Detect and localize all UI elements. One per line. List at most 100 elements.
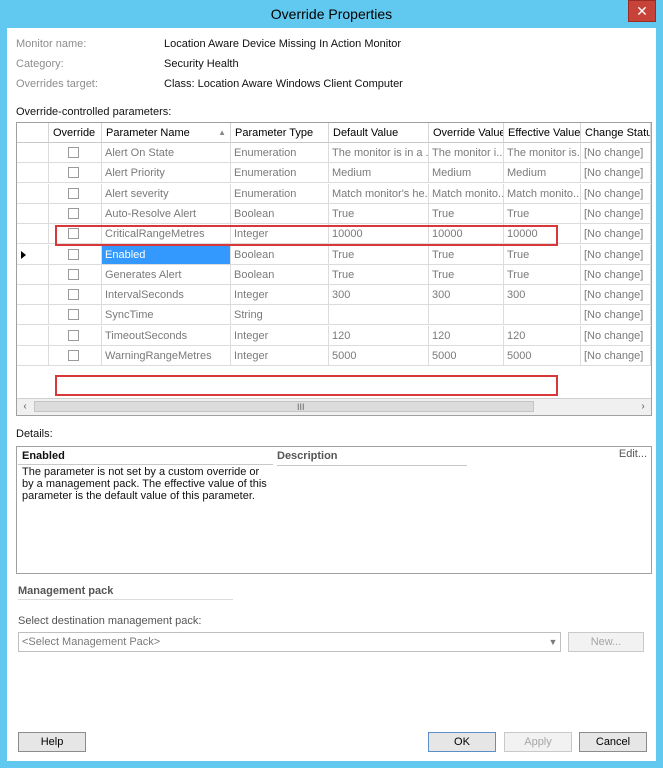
row-selector[interactable] bbox=[17, 346, 49, 366]
table-row[interactable]: Enabled Boolean True True True [No change] bbox=[17, 244, 651, 265]
parameter-row-type[interactable]: Enumeration bbox=[231, 163, 329, 184]
parameter-row-override[interactable] bbox=[429, 305, 504, 326]
parameter-row-status[interactable]: [No change] bbox=[581, 285, 651, 306]
parameter-row-default[interactable]: 5000 bbox=[329, 346, 429, 366]
close-button[interactable]: ✕ bbox=[628, 0, 656, 22]
parameter-row-default[interactable]: 300 bbox=[329, 285, 429, 306]
parameter-row-default[interactable]: 10000 bbox=[329, 224, 429, 245]
override-checkbox[interactable] bbox=[68, 268, 79, 280]
scrollbar-thumb[interactable]: III bbox=[34, 401, 534, 412]
parameter-row-status[interactable]: [No change] bbox=[581, 264, 651, 285]
row-selector[interactable] bbox=[17, 244, 49, 265]
table-row[interactable]: Generates Alert Boolean True True True [No ch… bbox=[17, 264, 651, 285]
parameter-row-type[interactable]: Integer bbox=[231, 346, 329, 366]
parameter-row-override[interactable]: 300 bbox=[429, 285, 504, 306]
destination-mp-select[interactable]: <Select Management Pack> ▼ bbox=[18, 632, 561, 652]
parameter-row-type[interactable]: Integer bbox=[231, 285, 329, 306]
parameter-row-name[interactable]: Alert On State bbox=[102, 143, 231, 163]
parameter-row-status[interactable]: [No change] bbox=[581, 203, 651, 224]
parameter-row-name[interactable]: IntervalSeconds bbox=[102, 285, 231, 306]
parameter-row-effective[interactable]: 10000 bbox=[504, 224, 581, 245]
parameter-row-effective[interactable]: 300 bbox=[504, 285, 581, 306]
parameter-row-default[interactable]: Match monitor's he... bbox=[329, 183, 429, 204]
table-row[interactable]: CriticalRangeMetres Integer 10000 10000 1000… bbox=[17, 224, 651, 245]
parameter-row-name[interactable]: Alert Priority bbox=[102, 163, 231, 184]
parameter-row-override[interactable]: 5000 bbox=[429, 346, 504, 366]
ok-button[interactable]: OK bbox=[428, 732, 496, 752]
parameter-row-default[interactable]: 120 bbox=[329, 325, 429, 346]
parameter-row-status[interactable]: [No change] bbox=[581, 244, 651, 265]
cancel-button[interactable]: Cancel bbox=[579, 732, 647, 752]
override-checkbox[interactable] bbox=[68, 309, 79, 321]
parameter-row-override[interactable]: 10000 bbox=[429, 224, 504, 245]
parameter-row-type[interactable]: Boolean bbox=[231, 264, 329, 285]
parameter-row-status[interactable]: [No change] bbox=[581, 305, 651, 326]
parameter-row-effective[interactable]: 120 bbox=[504, 325, 581, 346]
parameter-row-effective[interactable]: 5000 bbox=[504, 346, 581, 366]
parameter-row-effective[interactable]: True bbox=[504, 244, 581, 265]
parameter-row-type[interactable]: Enumeration bbox=[231, 183, 329, 204]
table-row[interactable]: Alert Priority Enumeration Medium Medium Med… bbox=[17, 163, 651, 184]
column-header-change-status[interactable]: Change Status bbox=[581, 123, 651, 143]
parameter-row-type[interactable]: Boolean bbox=[231, 203, 329, 224]
table-row[interactable]: SyncTime String [No change] bbox=[17, 305, 651, 326]
row-selector[interactable] bbox=[17, 163, 49, 184]
row-selector[interactable] bbox=[17, 325, 49, 346]
parameter-row-name[interactable]: Generates Alert bbox=[102, 264, 231, 285]
table-row[interactable]: Alert severity Enumeration Match monitor's… bbox=[17, 183, 651, 204]
parameter-row-name[interactable]: CriticalRangeMetres bbox=[102, 224, 231, 245]
parameter-row-type[interactable]: Boolean bbox=[231, 244, 329, 265]
row-selector[interactable] bbox=[17, 285, 49, 306]
column-header-parameter-type[interactable]: Parameter Type bbox=[231, 123, 329, 143]
parameter-row-override[interactable]: True bbox=[429, 244, 504, 265]
parameter-row-type[interactable]: String bbox=[231, 305, 329, 326]
parameter-row-name[interactable]: Alert severity bbox=[102, 183, 231, 204]
parameter-row-type[interactable]: Integer bbox=[231, 325, 329, 346]
override-checkbox[interactable] bbox=[68, 289, 79, 301]
override-checkbox[interactable] bbox=[68, 350, 79, 361]
scroll-right-icon[interactable]: › bbox=[635, 399, 651, 415]
parameter-row-status[interactable]: [No change] bbox=[581, 163, 651, 184]
help-button[interactable]: Help bbox=[18, 732, 86, 752]
row-selector[interactable] bbox=[17, 183, 49, 204]
parameter-row-default[interactable]: True bbox=[329, 203, 429, 224]
parameter-row-default[interactable]: True bbox=[329, 264, 429, 285]
parameter-row-status[interactable]: [No change] bbox=[581, 143, 651, 163]
column-header-override[interactable]: Override bbox=[49, 123, 102, 143]
parameter-row-status[interactable]: [No change] bbox=[581, 325, 651, 346]
column-header-effective-value[interactable]: Effective Value bbox=[504, 123, 581, 143]
row-selector[interactable] bbox=[17, 305, 49, 326]
parameter-row-name[interactable]: WarningRangeMetres bbox=[102, 346, 231, 366]
row-selector[interactable] bbox=[17, 143, 49, 163]
parameter-row-name[interactable]: TimeoutSeconds bbox=[102, 325, 231, 346]
chevron-down-icon[interactable]: ▼ bbox=[546, 633, 560, 651]
parameter-row-effective[interactable]: True bbox=[504, 203, 581, 224]
row-selector[interactable] bbox=[17, 264, 49, 285]
parameter-row-type[interactable]: Enumeration bbox=[231, 143, 329, 163]
row-selector[interactable] bbox=[17, 203, 49, 224]
table-row[interactable]: WarningRangeMetres Integer 5000 5000 5000 [No… bbox=[17, 346, 651, 366]
parameter-row-effective[interactable] bbox=[504, 305, 581, 326]
parameter-row-default[interactable] bbox=[329, 305, 429, 326]
parameter-row-default[interactable]: Medium bbox=[329, 163, 429, 184]
edit-link[interactable]: Edit... bbox=[619, 448, 647, 460]
parameter-row-name[interactable]: SyncTime bbox=[102, 305, 231, 326]
override-checkbox[interactable] bbox=[68, 248, 79, 260]
parameter-row-type[interactable]: Integer bbox=[231, 224, 329, 245]
table-row[interactable]: Alert On State Enumeration The monitor is … bbox=[17, 143, 651, 163]
apply-button[interactable]: Apply bbox=[504, 732, 572, 752]
parameter-row-override[interactable]: 120 bbox=[429, 325, 504, 346]
parameter-row-default[interactable]: The monitor is in a ... bbox=[329, 143, 429, 163]
parameter-row-default[interactable]: True bbox=[329, 244, 429, 265]
override-checkbox[interactable] bbox=[68, 167, 79, 179]
table-row[interactable]: IntervalSeconds Integer 300 300 300 [No chang… bbox=[17, 285, 651, 306]
override-checkbox[interactable] bbox=[68, 228, 79, 240]
row-selector[interactable] bbox=[17, 224, 49, 245]
override-checkbox[interactable] bbox=[68, 147, 79, 158]
parameter-row-override[interactable]: Match monito... bbox=[429, 183, 504, 204]
override-checkbox[interactable] bbox=[68, 329, 79, 341]
table-row[interactable]: Auto-Resolve Alert Boolean True True True [No… bbox=[17, 203, 651, 224]
parameter-row-effective[interactable]: The monitor is... bbox=[504, 143, 581, 163]
parameter-row-override[interactable]: Medium bbox=[429, 163, 504, 184]
override-checkbox[interactable] bbox=[68, 207, 79, 219]
